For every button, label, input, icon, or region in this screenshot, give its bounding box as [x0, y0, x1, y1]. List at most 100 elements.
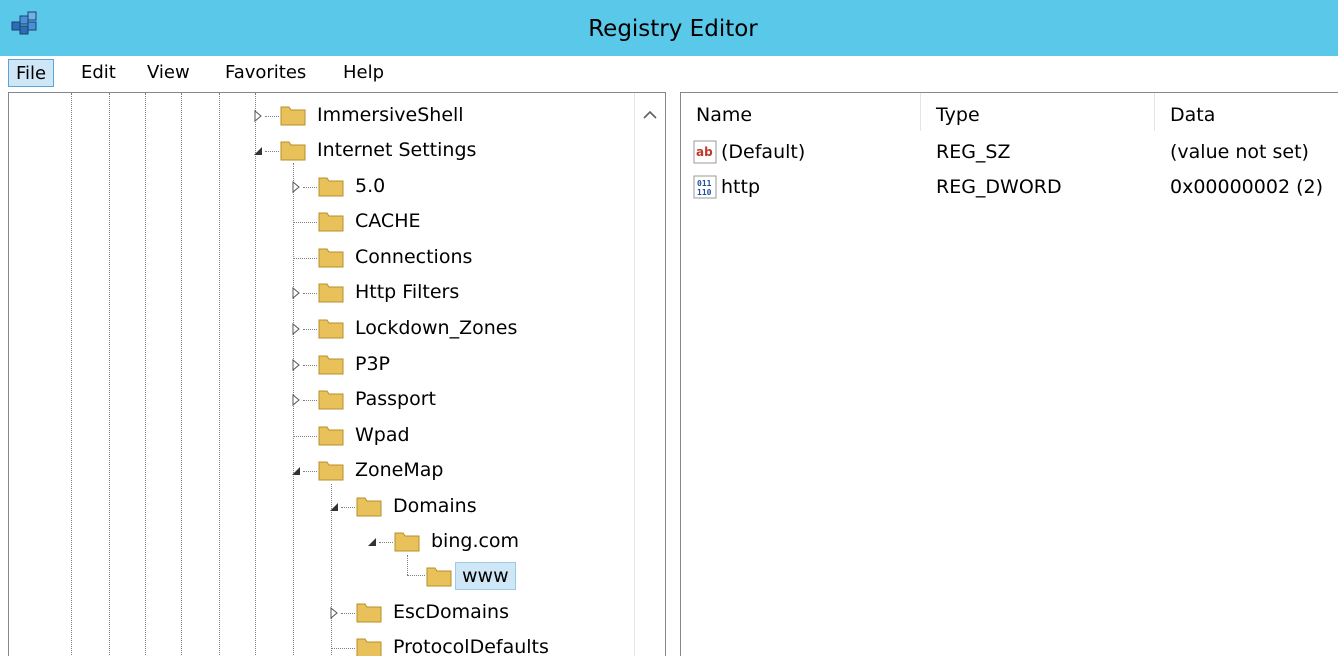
tree-node[interactable]: Passport: [9, 383, 629, 417]
collapse-arrow-icon[interactable]: [365, 535, 379, 549]
scroll-up-arrow-icon[interactable]: [640, 105, 660, 125]
node-label[interactable]: Lockdown_Zones: [355, 314, 517, 342]
tree-connector: [303, 400, 317, 401]
tree-connector: [303, 471, 317, 472]
expand-arrow-icon[interactable]: [327, 606, 341, 620]
tree-connector: [341, 613, 355, 614]
node-label[interactable]: ProtocolDefaults: [393, 633, 549, 656]
tree-connector: [294, 436, 317, 437]
string-value-icon: ab: [693, 140, 717, 164]
value-type: REG_DWORD: [936, 176, 1062, 198]
folder-icon: [318, 319, 344, 339]
svg-text:110: 110: [697, 188, 712, 197]
node-label[interactable]: www: [455, 562, 516, 590]
binary-value-icon: 011 110: [693, 175, 717, 199]
value-row[interactable]: ab (Default) REG_SZ (value not set): [681, 135, 1338, 169]
collapse-arrow-icon[interactable]: [289, 464, 303, 478]
folder-icon: [318, 461, 344, 481]
menu-view[interactable]: View: [140, 59, 197, 87]
tree-connector: [332, 648, 355, 649]
tree-node[interactable]: Connections: [9, 241, 629, 275]
folder-icon: [318, 426, 344, 446]
node-label[interactable]: ZoneMap: [355, 456, 443, 484]
folder-icon: [356, 497, 382, 517]
tree-connector: [265, 116, 279, 117]
folder-icon: [394, 532, 420, 552]
folder-icon: [280, 141, 306, 161]
expand-arrow-icon[interactable]: [289, 322, 303, 336]
folder-icon: [280, 106, 306, 126]
column-header-data[interactable]: Data: [1155, 93, 1338, 131]
tree-node[interactable]: Lockdown_Zones: [9, 312, 629, 346]
column-header-type[interactable]: Type: [921, 93, 1155, 131]
svg-text:011: 011: [697, 179, 712, 188]
folder-icon: [426, 567, 452, 587]
folder-icon: [356, 603, 382, 623]
tree-connector: [294, 222, 317, 223]
svg-text:ab: ab: [696, 145, 713, 159]
tree-node[interactable]: P3P: [9, 348, 629, 382]
collapse-arrow-icon[interactable]: [251, 144, 265, 158]
node-label[interactable]: EscDomains: [393, 598, 509, 626]
folder-icon: [318, 355, 344, 375]
tree-node[interactable]: Domains: [9, 490, 629, 524]
expand-arrow-icon[interactable]: [251, 109, 265, 123]
tree-connector: [379, 542, 393, 543]
folder-icon: [318, 283, 344, 303]
node-label[interactable]: Passport: [355, 385, 436, 413]
expand-arrow-icon[interactable]: [289, 286, 303, 300]
value-row[interactable]: 011 110 http REG_DWORD 0x00000002 (2): [681, 170, 1338, 204]
tree-node[interactable]: CACHE: [9, 205, 629, 239]
folder-icon: [356, 638, 382, 656]
menu-file[interactable]: File: [8, 59, 55, 87]
node-label[interactable]: ImmersiveShell: [317, 101, 464, 129]
expand-arrow-icon[interactable]: [289, 358, 303, 372]
node-label[interactable]: Wpad: [355, 421, 410, 449]
collapse-arrow-icon[interactable]: [327, 500, 341, 514]
menu-edit[interactable]: Edit: [74, 59, 123, 87]
value-name: (Default): [721, 141, 806, 163]
value-data: 0x00000002 (2): [1170, 176, 1323, 198]
menu-help[interactable]: Help: [336, 59, 391, 87]
key-tree[interactable]: ImmersiveShell Internet Settings 5.0 CAC…: [8, 92, 666, 656]
tree-node-selected[interactable]: www: [9, 560, 629, 594]
folder-icon: [318, 248, 344, 268]
tree-node[interactable]: ZoneMap: [9, 454, 629, 488]
node-label[interactable]: Domains: [393, 492, 477, 520]
folder-icon: [318, 212, 344, 232]
window-title: Registry Editor: [588, 16, 758, 42]
tree-node[interactable]: Wpad: [9, 419, 629, 453]
menu-favorites[interactable]: Favorites: [218, 59, 313, 87]
node-label[interactable]: Connections: [355, 243, 472, 271]
value-data: (value not set): [1170, 141, 1309, 163]
menu-bar: File Edit View Favorites Help: [0, 56, 1338, 90]
tree-scrollbar[interactable]: [634, 93, 665, 656]
node-label[interactable]: 5.0: [355, 172, 385, 200]
value-type: REG_SZ: [936, 141, 1011, 163]
tree-node[interactable]: EscDomains: [9, 596, 629, 630]
values-list[interactable]: Name Type Data ab (Default) REG_SZ (valu…: [680, 92, 1338, 656]
expand-arrow-icon[interactable]: [289, 180, 303, 194]
node-label[interactable]: Http Filters: [355, 278, 459, 306]
tree-node[interactable]: Internet Settings: [9, 134, 629, 168]
tree-node[interactable]: ProtocolDefaults: [9, 631, 629, 656]
value-name: http: [721, 176, 761, 198]
node-label[interactable]: bing.com: [431, 527, 519, 555]
expand-arrow-icon[interactable]: [289, 393, 303, 407]
folder-icon: [318, 390, 344, 410]
tree-node[interactable]: Http Filters: [9, 276, 629, 310]
node-label[interactable]: P3P: [355, 350, 390, 378]
tree-node[interactable]: ImmersiveShell: [9, 99, 629, 133]
tree-connector: [303, 187, 317, 188]
column-header-name[interactable]: Name: [681, 93, 921, 131]
node-label[interactable]: CACHE: [355, 207, 421, 235]
tree-node[interactable]: 5.0: [9, 170, 629, 204]
tree-connector: [341, 507, 355, 508]
tree-connector: [303, 365, 317, 366]
title-bar: Registry Editor: [0, 0, 1338, 56]
tree-connector: [303, 293, 317, 294]
node-label[interactable]: Internet Settings: [317, 136, 476, 164]
tree-connector: [303, 329, 317, 330]
tree-connector: [294, 258, 317, 259]
tree-node[interactable]: bing.com: [9, 525, 629, 559]
